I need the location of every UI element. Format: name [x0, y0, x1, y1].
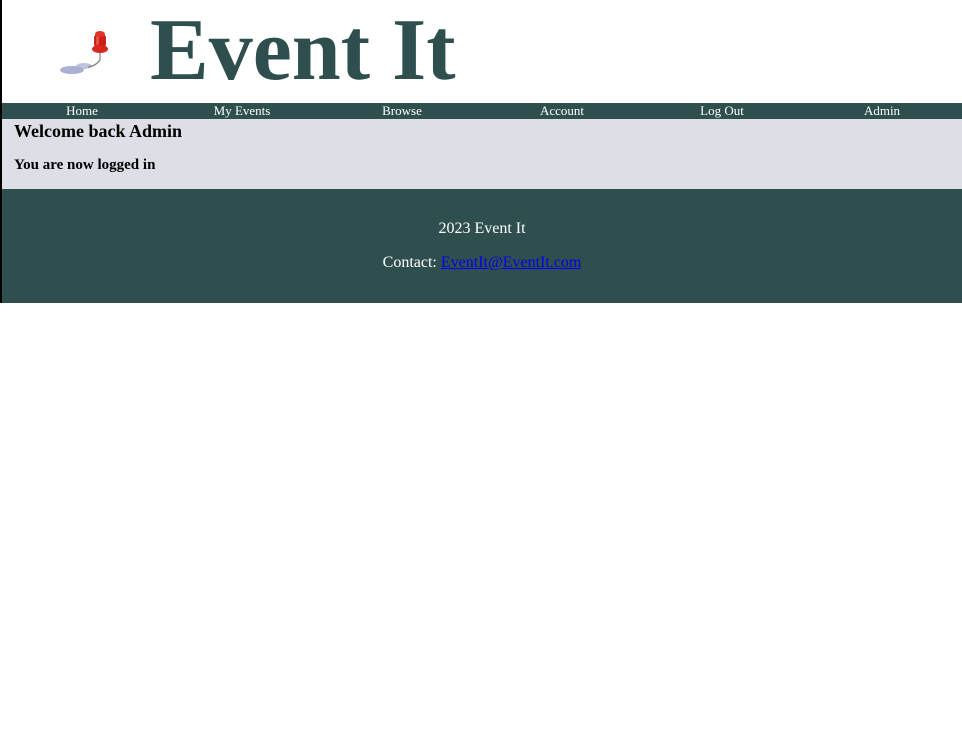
- nav-item-log-out[interactable]: Log Out: [642, 103, 802, 119]
- welcome-heading: Welcome back Admin: [14, 121, 183, 141]
- contact-line: Contact: EventIt@EventIt.com: [2, 253, 962, 273]
- nav-item-admin[interactable]: Admin: [802, 103, 962, 119]
- contact-email-link[interactable]: EventIt@EventIt.com: [441, 254, 581, 271]
- pushpin-icon: [58, 28, 114, 80]
- main-content: Welcome back Admin You are now logged in: [2, 119, 962, 189]
- nav-item-account[interactable]: Account: [482, 103, 642, 119]
- page: Event It Home My Events Browse Account L…: [0, 0, 962, 740]
- login-status-text: You are now logged in: [14, 157, 156, 173]
- nav-item-my-events[interactable]: My Events: [162, 103, 322, 119]
- site-header: Event It: [2, 0, 962, 103]
- copyright-text: 2023 Event It: [438, 220, 526, 237]
- nav-item-browse[interactable]: Browse: [322, 103, 482, 119]
- nav-item-home[interactable]: Home: [2, 103, 162, 119]
- main-nav: Home My Events Browse Account Log Out Ad…: [2, 103, 962, 119]
- site-title: Event It: [150, 2, 456, 99]
- contact-label: Contact:: [382, 254, 437, 271]
- site-footer: 2023 Event It Contact: EventIt@EventIt.c…: [2, 189, 962, 303]
